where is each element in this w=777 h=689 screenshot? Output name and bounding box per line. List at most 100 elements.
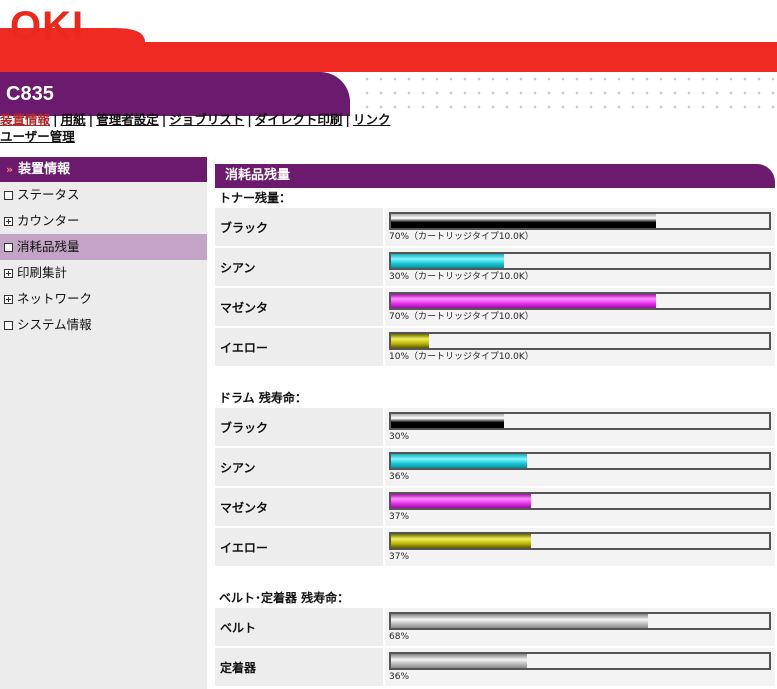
supply-row: ブラック 70%（カートリッジタイプ10.0K）	[215, 208, 775, 246]
level-text: 36%	[389, 472, 410, 482]
supply-row: ブラック 30%	[215, 408, 775, 446]
header-red-band	[0, 28, 777, 72]
sidebar-header-label: 装置情報	[18, 162, 71, 177]
nav-link-direct-print[interactable]: ダイレクト印刷	[255, 112, 343, 127]
level-text: 70%（カートリッジタイプ10.0K）	[389, 312, 534, 322]
level-bar	[389, 532, 771, 550]
nav-link-paper[interactable]: 用紙	[61, 112, 86, 127]
model-name: C835	[6, 83, 54, 105]
supply-value: 36%	[385, 648, 775, 686]
supply-value: 37%	[385, 488, 775, 526]
level-bar	[389, 292, 771, 310]
level-text: 37%	[389, 552, 410, 562]
level-bar-fill	[391, 294, 656, 308]
level-text: 30%	[389, 432, 410, 442]
double-chevron-down-icon: »	[6, 163, 14, 176]
square-icon	[4, 242, 13, 252]
level-text: 36%	[389, 672, 410, 682]
supply-row: イエロー 37%	[215, 528, 775, 566]
sidebar: » 装置情報 ステータス カウンター 消耗品残量 印刷集計 ネットワーク システム…	[0, 157, 207, 689]
toner-table: ブラック 70%（カートリッジタイプ10.0K） シアン 30%（カートリッジタイプ1…	[215, 208, 775, 366]
level-bar	[389, 252, 771, 270]
level-bar-fill	[391, 454, 528, 468]
sidebar-item-label: ステータス	[17, 187, 80, 202]
supply-row: イエロー 10%（カートリッジタイプ10.0K）	[215, 328, 775, 366]
square-icon	[4, 320, 13, 330]
supply-label: マゼンタ	[215, 488, 383, 526]
supply-label: ブラック	[215, 208, 383, 246]
sidebar-item-system-info[interactable]: システム情報	[0, 312, 207, 338]
plus-box-icon	[4, 268, 13, 278]
level-bar-fill	[391, 254, 505, 268]
nav-link-admin-settings[interactable]: 管理者設定	[96, 112, 159, 127]
sidebar-item-label: カウンター	[17, 213, 80, 228]
oki-logo: OKI	[10, 4, 85, 48]
sidebar-item-label: ネットワーク	[17, 291, 93, 306]
sidebar-item-network[interactable]: ネットワーク	[0, 286, 207, 312]
top-navigation: 装置情報 | 用紙 | 管理者設定 | ジョブリスト | ダイレクト印刷 | リンク ユーザー管理	[0, 111, 420, 145]
sidebar-item-supplies[interactable]: 消耗品残量	[0, 234, 207, 260]
plus-box-icon	[4, 294, 13, 304]
level-text: 30%（カートリッジタイプ10.0K）	[389, 272, 534, 282]
sidebar-item-status[interactable]: ステータス	[0, 182, 207, 208]
level-text: 37%	[389, 512, 410, 522]
belt-fuser-table: ベルト 68% 定着器 36%	[215, 608, 775, 686]
supply-label: 定着器	[215, 648, 383, 686]
level-text: 10%（カートリッジタイプ10.0K）	[389, 352, 534, 362]
level-bar-fill	[391, 534, 531, 548]
level-bar	[389, 652, 771, 670]
supply-label: イエロー	[215, 528, 383, 566]
toner-section-title: トナー残量：	[219, 191, 292, 205]
supply-value: 30%（カートリッジタイプ10.0K）	[385, 248, 775, 286]
nav-link-job-list[interactable]: ジョブリスト	[169, 112, 244, 127]
page-header: OKI C835	[0, 0, 777, 120]
drum-table: ブラック 30% シアン 36% マゼンタ 37% イエロー 37%	[215, 408, 775, 566]
supply-row: ベルト 68%	[215, 608, 775, 646]
page-title: 消耗品残量	[215, 164, 775, 188]
level-bar-fill	[391, 614, 649, 628]
level-bar	[389, 492, 771, 510]
nav-link-device-info[interactable]: 装置情報	[0, 112, 50, 127]
sidebar-item-label: 印刷集計	[17, 265, 68, 280]
supply-row: シアン 36%	[215, 448, 775, 486]
supply-value: 36%	[385, 448, 775, 486]
nav-row-2: ユーザー管理	[0, 128, 420, 145]
supply-value: 30%	[385, 408, 775, 446]
level-bar-fill	[391, 214, 656, 228]
level-bar	[389, 332, 771, 350]
supply-row: マゼンタ 37%	[215, 488, 775, 526]
supply-value: 70%（カートリッジタイプ10.0K）	[385, 208, 775, 246]
plus-box-icon	[4, 216, 13, 226]
level-bar	[389, 412, 771, 430]
nav-link-links[interactable]: リンク	[353, 112, 391, 127]
supply-row: シアン 30%（カートリッジタイプ10.0K）	[215, 248, 775, 286]
belt-fuser-section-title: ベルト･定着器 残寿命：	[219, 591, 350, 605]
dot-pattern	[360, 72, 777, 118]
level-bar-fill	[391, 494, 531, 508]
level-text: 68%	[389, 632, 410, 642]
sidebar-header[interactable]: » 装置情報	[0, 157, 207, 182]
drum-section-title: ドラム 残寿命：	[219, 391, 307, 405]
level-bar	[389, 452, 771, 470]
main-content: 消耗品残量 トナー残量： ブラック 70%（カートリッジタイプ10.0K） シアン 3…	[215, 164, 775, 688]
supply-label: ブラック	[215, 408, 383, 446]
sidebar-item-label: システム情報	[17, 317, 92, 332]
square-icon	[4, 190, 13, 200]
level-bar-fill	[391, 334, 429, 348]
supply-label: イエロー	[215, 328, 383, 366]
supply-label: シアン	[215, 448, 383, 486]
supply-row: 定着器 36%	[215, 648, 775, 686]
nav-link-user-management[interactable]: ユーザー管理	[0, 129, 75, 144]
level-bar	[389, 612, 771, 630]
supply-label: ベルト	[215, 608, 383, 646]
sidebar-item-counter[interactable]: カウンター	[0, 208, 207, 234]
level-bar	[389, 212, 771, 230]
level-bar-fill	[391, 414, 505, 428]
level-bar-fill	[391, 654, 528, 668]
supply-label: シアン	[215, 248, 383, 286]
supply-value: 10%（カートリッジタイプ10.0K）	[385, 328, 775, 366]
sidebar-item-label: 消耗品残量	[17, 239, 80, 254]
supply-row: マゼンタ 70%（カートリッジタイプ10.0K）	[215, 288, 775, 326]
supply-value: 70%（カートリッジタイプ10.0K）	[385, 288, 775, 326]
sidebar-item-print-stats[interactable]: 印刷集計	[0, 260, 207, 286]
